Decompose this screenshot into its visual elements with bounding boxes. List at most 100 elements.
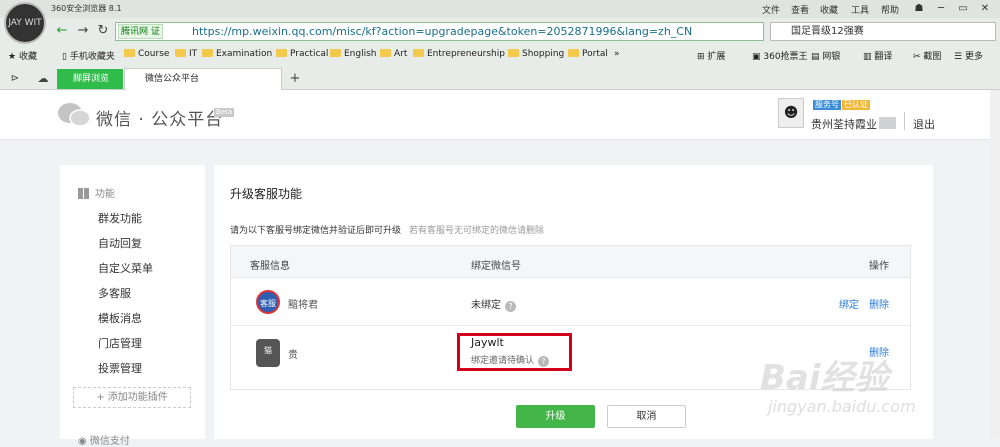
menu-file[interactable]: 文件 [762, 3, 780, 16]
folder-icon [276, 49, 287, 57]
menu-tools[interactable]: 工具 [851, 3, 869, 16]
bookmark-practical[interactable]: Practical [276, 49, 328, 59]
sidebar-item-mass-send[interactable]: 群发功能 [98, 210, 142, 226]
bookmark-label: Course [138, 49, 170, 59]
bank-tool-button[interactable]: ▤ 网银 [811, 49, 840, 62]
mail-icon[interactable] [879, 117, 896, 129]
bind-status: 未绑定? [471, 296, 516, 312]
sidebar-item-vote[interactable]: 投票管理 [98, 360, 142, 376]
sidebar-section-features: 功能 [78, 185, 115, 200]
url-text: https://mp.weixin.qq.com/misc/kf?action=… [192, 25, 693, 38]
scrollbar[interactable] [990, 90, 1000, 439]
help-icon[interactable]: ? [505, 301, 516, 312]
row-divider [231, 325, 910, 326]
more-tools-button[interactable]: ☰ 更多 [954, 49, 983, 62]
bookmark-label: Portal [582, 49, 608, 59]
brand-title[interactable]: 微信 · 公众平台 [96, 105, 223, 130]
folder-icon [508, 49, 519, 57]
menu-favorites[interactable]: 收藏 [820, 3, 838, 16]
highlight-box [457, 333, 572, 371]
bookmark-entrepreneurship[interactable]: Entrepreneurship [413, 49, 505, 59]
bookmark-label: 收藏 [18, 52, 37, 62]
tool-label: 扩展 [707, 52, 726, 62]
add-plugin-button[interactable]: + 添加功能插件 [73, 387, 191, 408]
upgrade-button[interactable]: 升级 [516, 405, 595, 428]
search-input[interactable]: 国足晋级12强赛 [770, 22, 996, 41]
table-row-name: 黯将君 [288, 300, 318, 311]
translate-tool-button[interactable]: ▥ 翻译 [863, 49, 892, 62]
tool-label: 360抢票王 [763, 52, 808, 62]
new-tab-button[interactable]: + [286, 70, 304, 88]
cloud-icon[interactable]: ☁ [34, 70, 52, 88]
refresh-icon[interactable]: ↻ [94, 22, 112, 40]
tool-label: 网银 [822, 52, 841, 62]
tab-wechat-mp[interactable]: 微信公众平台 [124, 68, 282, 90]
bind-link[interactable]: 绑定 [839, 296, 859, 311]
bookmark-course[interactable]: Course [124, 49, 169, 59]
logout-link[interactable]: 退出 [913, 116, 935, 132]
tab-widescreen[interactable]: 脚屏浏览 [57, 69, 123, 89]
sidebar-toggle-icon[interactable]: ⊳ [6, 70, 24, 88]
maximize-icon[interactable]: ▭ [952, 1, 974, 16]
ticket-tool-button[interactable]: ▣ 360抢票王 [752, 49, 808, 62]
bookmark-art[interactable]: Art [380, 49, 407, 59]
intro-text: 请为以下客服号绑定微信并验证后即可升级 若有客服号无可绑定的微信请删除 [230, 223, 544, 236]
wechat-logo-icon [58, 103, 91, 127]
tool-label: 更多 [964, 52, 983, 62]
bookmark-portal[interactable]: Portal [568, 49, 608, 59]
minimize-icon[interactable]: ─ [930, 1, 952, 16]
intro-main: 请为以下客服号绑定微信并验证后即可升级 [230, 226, 402, 236]
folder-icon [330, 49, 341, 57]
table-row-avatar: 客服 [256, 290, 280, 314]
menu-view[interactable]: 查看 [791, 3, 809, 16]
bookmark-mobile[interactable]: ▯ 手机收藏夹 [62, 49, 115, 62]
bookmark-label: Entrepreneurship [427, 49, 505, 59]
close-icon[interactable]: ✕ [974, 1, 996, 16]
folder-icon [202, 49, 213, 57]
sidebar-item-multi-service[interactable]: 多客服 [98, 285, 131, 301]
watermark-url: jingyan.baidu.com [768, 397, 916, 416]
folder-icon [175, 49, 186, 57]
bookmark-favorites[interactable]: ★ 收藏 [8, 49, 37, 62]
sidebar-item-template-msg[interactable]: 模板消息 [98, 310, 142, 326]
bookmark-label: Practical [290, 49, 329, 59]
service-account-badge: 服务号 [813, 100, 841, 110]
app-name: 360安全浏览器 8.1 [51, 4, 122, 13]
bookmark-label: 手机收藏夹 [69, 52, 115, 62]
delete-link[interactable]: 删除 [869, 296, 889, 311]
cancel-button[interactable]: 取消 [607, 405, 686, 428]
address-bar[interactable]: 腾讯网 证 https://mp.weixin.qq.com/misc/kf?a… [115, 22, 764, 41]
bookmark-more-button[interactable]: » [614, 49, 620, 59]
bookmark-label: Examination [216, 49, 273, 59]
table-row-name: 贵 [288, 350, 298, 361]
site-cert-badge[interactable]: 腾讯网 证 [118, 24, 163, 39]
forward-icon[interactable]: → [74, 22, 92, 40]
bookmark-english[interactable]: English [330, 49, 377, 59]
screenshot-tool-button[interactable]: ✂ 截图 [913, 49, 941, 62]
account-name[interactable]: 贵州荃持霞业 [811, 116, 877, 132]
bookmark-shopping[interactable]: Shopping [508, 49, 564, 59]
bookmark-label: Shopping [522, 49, 565, 59]
watermark-logo: Bai经验 [760, 358, 889, 398]
divider [904, 112, 905, 130]
extensions-button[interactable]: ⊞ 扩展 [697, 49, 725, 62]
sidebar-section-pay: ◉ 微信支付 [78, 432, 130, 447]
folder-icon [413, 49, 424, 57]
tool-label: 截图 [923, 52, 942, 62]
skin-icon[interactable]: ☗ [908, 1, 930, 16]
bookmark-it[interactable]: IT [175, 49, 197, 59]
bookmark-label: IT [189, 49, 198, 59]
sidebar-item-custom-menu[interactable]: 自定义菜单 [98, 260, 153, 276]
sidebar-item-store[interactable]: 门店管理 [98, 335, 142, 351]
menu-help[interactable]: 帮助 [881, 3, 899, 16]
back-icon[interactable]: ← [53, 22, 71, 40]
bind-status-text: 未绑定 [471, 300, 501, 311]
bookmark-examination[interactable]: Examination [202, 49, 272, 59]
beta-badge: Beta [214, 108, 235, 117]
table-row-avatar: 猫 [256, 339, 280, 367]
sidebar-item-auto-reply[interactable]: 自动回复 [98, 235, 142, 251]
account-avatar[interactable]: ☻ [778, 98, 804, 128]
browser-logo: JAY WIT [4, 2, 46, 44]
column-header-actions: 操作 [869, 261, 889, 272]
folder-icon [568, 49, 579, 57]
